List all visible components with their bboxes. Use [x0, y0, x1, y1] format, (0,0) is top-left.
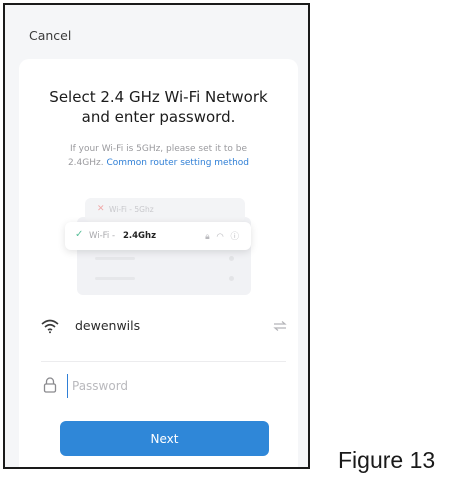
network-row[interactable]: dewenwils — [41, 314, 287, 340]
wifi-24g-prefix: Wi-Fi - — [89, 230, 116, 241]
placeholder-line — [95, 277, 135, 280]
network-ssid: dewenwils — [75, 318, 141, 333]
wifi-icon — [41, 319, 59, 334]
wifi-5g-band: 5Ghz — [134, 205, 154, 214]
wifi-status-icons: 🔒︎ ◠ ⓘ — [205, 231, 241, 242]
next-button[interactable]: Next — [60, 421, 269, 456]
placeholder-line — [95, 257, 135, 260]
page-title: Select 2.4 GHz Wi-Fi Network and enter p… — [19, 87, 298, 127]
status-bar — [45, 5, 275, 9]
title-line-2: and enter password. — [81, 108, 236, 126]
hint-prefix: 2.4GHz. — [67, 158, 104, 168]
placeholder-dot — [229, 276, 234, 281]
title-line-1: Select 2.4 GHz Wi-Fi Network — [49, 88, 268, 106]
wifi-setup-card: Select 2.4 GHz Wi-Fi Network and enter p… — [19, 59, 298, 467]
hint-line-1: If your Wi-Fi is 5GHz, please set it to … — [69, 144, 248, 154]
wifi-24g-example: ✓ Wi-Fi - 2.4Ghz 🔒︎ ◠ ⓘ — [65, 222, 251, 250]
phone-screen: Cancel Select 2.4 GHz Wi-Fi Network and … — [3, 3, 310, 469]
switch-arrows-icon[interactable] — [273, 319, 287, 333]
wifi-5g-prefix: Wi-Fi - — [109, 205, 132, 214]
cross-icon: ✕ — [97, 204, 105, 214]
password-row — [41, 374, 281, 400]
placeholder-dot — [229, 256, 234, 261]
figure-caption: Figure 13 — [338, 447, 436, 473]
router-setting-link[interactable]: Common router setting method — [106, 158, 249, 168]
hint-text: If your Wi-Fi is 5GHz, please set it to … — [19, 142, 298, 170]
cancel-button[interactable]: Cancel — [29, 28, 71, 43]
wifi-5g-example: ✕ Wi-Fi - 5Ghz — [85, 198, 245, 222]
divider — [41, 361, 286, 362]
lock-icon — [43, 377, 57, 393]
wifi-24g-band: 2.4Ghz — [123, 230, 157, 241]
check-icon: ✓ — [75, 229, 84, 240]
password-input[interactable] — [67, 374, 272, 398]
